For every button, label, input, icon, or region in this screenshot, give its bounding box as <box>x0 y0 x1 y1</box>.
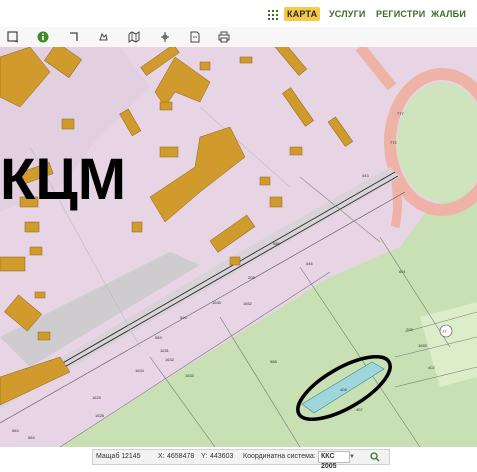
nav-item-services[interactable]: УСЛУГИ <box>329 7 366 21</box>
scale-label: Мащаб 1: <box>96 453 128 460</box>
parcel-number: 1629 <box>92 395 102 400</box>
parcel-number: 588 <box>270 359 277 364</box>
parcel-number: 1632 <box>165 357 175 362</box>
parcel-number: 1652 <box>243 301 253 306</box>
parcel-number: 402 <box>428 365 435 370</box>
parcel-number: 777 <box>397 111 404 116</box>
parcel-number: 208 <box>248 275 255 280</box>
area-label: КЦМ <box>0 147 126 212</box>
parcel-number: 1630 <box>212 300 222 305</box>
parcel-number: 1653 <box>418 343 428 348</box>
crs-value: ККС 2005 <box>321 453 337 470</box>
select-icon[interactable] <box>5 29 21 45</box>
document-icon[interactable] <box>187 29 203 45</box>
parcel-number: 408 <box>340 387 347 392</box>
parcel-number: 443 <box>362 173 369 178</box>
nav-item-map[interactable]: КАРТА <box>284 7 321 21</box>
search-icon[interactable] <box>370 450 380 467</box>
status-bar: Мащаб 1: 2145 X: 4658478 Y: 443603 Коорд… <box>92 449 390 470</box>
parcel-number: 586 <box>273 241 280 246</box>
parcel-number: 583 <box>12 428 19 433</box>
nav-item-registers[interactable]: РЕГИСТРИ <box>376 7 425 21</box>
parcel-number: 1634 <box>135 368 145 373</box>
parcel-number: 1628 <box>95 413 105 418</box>
crs-select[interactable]: ККС 2005 <box>318 451 350 470</box>
parcel-number: 446 <box>306 261 313 266</box>
map-toolbar <box>0 27 477 48</box>
crs-label: Координатна система: <box>243 453 316 460</box>
x-label: X: <box>158 453 165 460</box>
y-coordinate: 443603 <box>210 453 234 460</box>
x-coordinate: 4658478 <box>167 453 195 460</box>
zone-marker-label: 77 <box>442 329 447 334</box>
top-navigation-bar: КАРТА УСЛУГИ РЕГИСТРИ ЖАЛБИ <box>0 0 477 28</box>
parcel-number: 772 <box>390 140 397 145</box>
y-label: Y: <box>201 453 208 460</box>
cadastral-map[interactable]: КЦМ 777 772 443 586 446 601 1653 205 208… <box>0 47 477 447</box>
parcel-number: 601 <box>399 269 406 274</box>
road-south <box>390 176 402 229</box>
pan-icon[interactable] <box>95 29 111 45</box>
scale-value[interactable]: 2145 <box>125 450 141 464</box>
info-icon[interactable] <box>35 29 51 45</box>
apps-grid-icon[interactable] <box>268 10 278 20</box>
nav-item-complaints[interactable]: ЖАЛБИ <box>431 7 466 21</box>
print-icon[interactable] <box>216 29 232 45</box>
parcel-number: 590 <box>180 315 187 320</box>
coordinate-icon[interactable] <box>157 29 173 45</box>
map-icon[interactable] <box>126 29 142 45</box>
parcel-number: 584 <box>28 435 35 440</box>
measure-icon[interactable] <box>66 29 82 45</box>
parcel-number: 205 <box>406 327 413 332</box>
parcel-number: 1631 <box>160 348 170 353</box>
parcel-number: 407 <box>356 407 363 412</box>
chevron-down-icon[interactable]: ▼ <box>349 450 355 464</box>
parcel-number: 1633 <box>185 373 195 378</box>
parcel-number: 589 <box>155 335 162 340</box>
